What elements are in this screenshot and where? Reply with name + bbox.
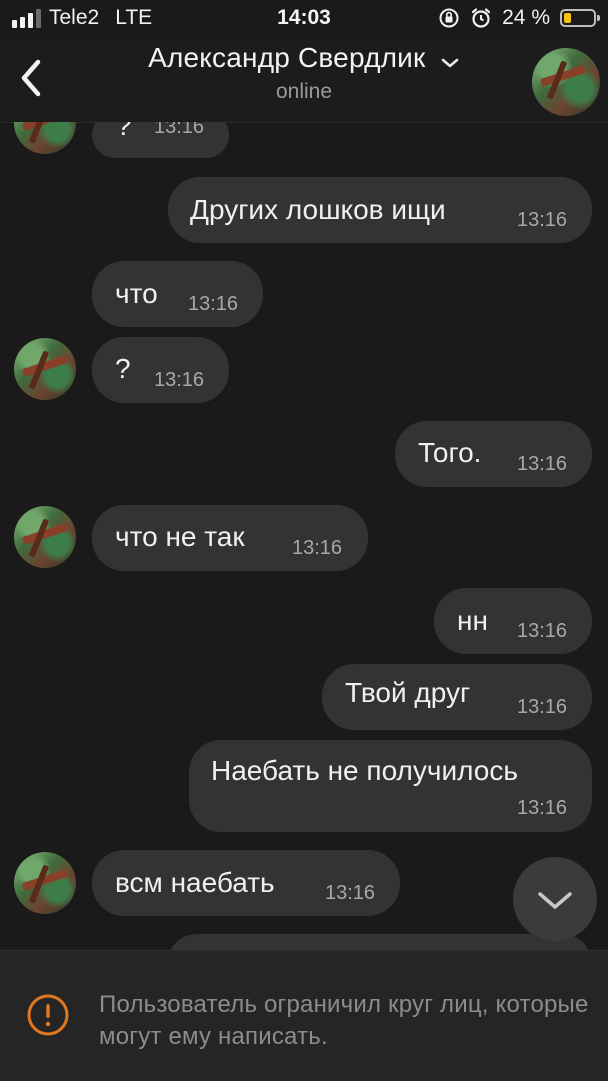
message-text: ? [115, 353, 131, 384]
chevron-down-icon [538, 892, 572, 909]
message-time: 13:16 [325, 882, 376, 904]
orientation-lock-icon [439, 8, 459, 28]
contact-status: online [275, 80, 333, 103]
contact-name: Александр Свердлик [148, 42, 426, 73]
messaging-restricted-notice: Пользователь ограничил круг лиц, которые… [0, 950, 608, 1081]
avatar [14, 338, 76, 400]
avatar [14, 506, 76, 568]
warning-circle-icon [27, 994, 69, 1036]
message-time: 13:16 [188, 293, 239, 315]
message-list[interactable]: ? 13:16 Других лошков ищи 13:16 что 13:1… [0, 122, 608, 950]
message-text: что не так [115, 521, 245, 552]
chat-header: Александр Свердлик online [0, 40, 608, 123]
message-time: 13:16 [517, 797, 568, 819]
chevron-down-icon [441, 58, 459, 68]
back-button[interactable] [14, 56, 50, 100]
message-text: всм наебать [115, 867, 275, 898]
message-bubble-outgoing[interactable]: Того. 13:16 [395, 421, 592, 487]
message-time: 13:16 [517, 209, 568, 231]
message-text: Наебать не получилось [211, 755, 518, 786]
message-bubble-incoming[interactable]: всм наебать 13:16 [92, 850, 400, 916]
avatar [14, 122, 76, 154]
message-time: 13:16 [154, 122, 205, 138]
message-time: 13:16 [292, 537, 343, 559]
message-bubble-incoming[interactable]: ? 13:16 [92, 337, 229, 403]
message-bubble-outgoing[interactable]: Наебать не получилось 13:16 [189, 740, 592, 832]
chat-title[interactable]: Александр Свердлик online [90, 42, 518, 104]
message-text: Других лошков ищи [190, 194, 446, 225]
battery-percent: 24 % [502, 6, 550, 29]
battery-icon [560, 9, 600, 27]
message-bubble-incoming[interactable]: что 13:16 [92, 261, 263, 327]
contact-avatar-button[interactable] [532, 48, 600, 116]
alarm-icon [472, 8, 491, 28]
chevron-left-icon [21, 59, 41, 97]
message-bubble-outgoing[interactable]: Других лошков ищи 13:16 [168, 177, 592, 243]
status-bar: Tele2 LTE 14:03 24 % [0, 0, 608, 40]
notice-text: Пользователь ограничил круг лиц, которые… [99, 991, 589, 1050]
message-bubble-outgoing[interactable]: нн 13:16 [434, 588, 592, 654]
avatar [532, 48, 600, 116]
message-bubble-incoming[interactable]: что не так 13:16 [92, 505, 368, 571]
scroll-to-bottom-button[interactable] [513, 857, 597, 941]
message-bubble-outgoing[interactable]: Твой друг 13:16 [322, 664, 592, 730]
message-time: 13:16 [517, 620, 568, 642]
message-bubble-incoming[interactable]: ? 13:16 [92, 122, 229, 158]
avatar [14, 852, 76, 914]
message-time: 13:16 [154, 369, 205, 391]
message-text: ? [116, 122, 132, 141]
message-time: 13:16 [517, 696, 568, 718]
message-text: Того. [418, 437, 482, 468]
message-text: Твой друг [345, 677, 471, 708]
message-time: 13:16 [517, 453, 568, 475]
message-text: что [115, 278, 158, 309]
battery-fill [564, 13, 571, 23]
message-text: нн [457, 605, 488, 636]
status-right: 24 % [438, 6, 600, 30]
